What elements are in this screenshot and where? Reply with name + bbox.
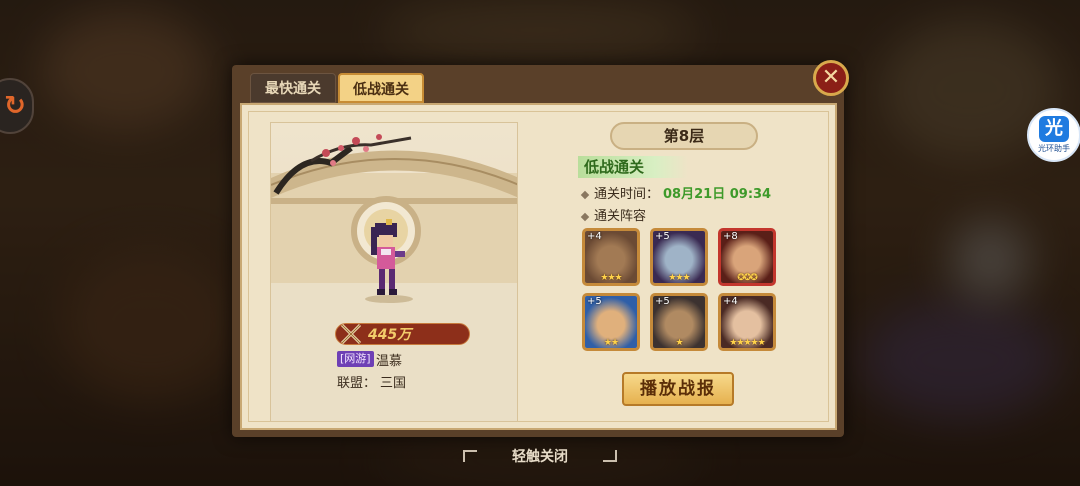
guild-label: 联盟： xyxy=(337,376,377,391)
hero-card[interactable]: +5 ★★ xyxy=(582,293,640,351)
right-corner-deco-icon xyxy=(603,450,617,462)
clear-time-value: 08月21日 09:34 xyxy=(663,187,772,202)
close-button[interactable]: ✕ xyxy=(813,60,849,96)
clear-time-label: 通关时间： xyxy=(594,187,660,202)
floor-title: 第8层 xyxy=(610,122,758,150)
hero-stars: ★★★ xyxy=(668,273,690,283)
clear-time-row: 通关时间： 08月21日 09:34 xyxy=(580,183,772,202)
player-name: 温慕 xyxy=(376,354,403,369)
hero-stars: ★★★★★ xyxy=(729,338,765,348)
hero-level: +5 xyxy=(587,296,602,307)
hero-level: +5 xyxy=(655,231,670,242)
assistant-label: 光环助手 xyxy=(1038,144,1070,153)
hero-card[interactable]: +5 ★ xyxy=(650,293,708,351)
hero-card[interactable]: +4 ★★★★★ xyxy=(718,293,776,351)
crossed-swords-icon xyxy=(340,323,362,345)
swap-icon: ↻ xyxy=(4,91,26,121)
hero-level: +4 xyxy=(723,296,738,307)
hero-card[interactable]: +8 ✪✪✪ xyxy=(718,228,776,286)
hero-stars: ★ xyxy=(675,338,683,348)
section-title: 低战通关 xyxy=(584,158,645,176)
lineup-label: 通关阵容 xyxy=(594,209,647,224)
tab-low-power-clear[interactable]: 低战通关 xyxy=(338,73,424,103)
hero-stars: ✪✪✪ xyxy=(737,273,758,283)
close-icon: ✕ xyxy=(821,65,841,90)
section-title-banner: 低战通关 xyxy=(578,156,688,178)
lineup-row: 通关阵容 xyxy=(580,205,647,224)
play-replay-button[interactable]: 播放战报 xyxy=(622,372,734,406)
hero-card[interactable]: +4 ★★★ xyxy=(582,228,640,286)
vip-badge: [网游] xyxy=(337,351,374,367)
assistant-badge[interactable]: 光 光环助手 xyxy=(1027,108,1080,162)
hero-stars: ★★ xyxy=(603,338,619,348)
diamond-bullet-icon xyxy=(580,190,590,199)
hero-stars: ★★★ xyxy=(600,273,622,283)
hero-level: +8 xyxy=(723,231,738,242)
guild-value: 三国 xyxy=(380,376,407,391)
hero-level: +4 xyxy=(587,231,602,242)
hero-card[interactable]: +5 ★★★ xyxy=(650,228,708,286)
assistant-logo-icon: 光 xyxy=(1039,116,1069,142)
diamond-bullet-icon xyxy=(580,212,590,221)
guild-info: 联盟： 三国 xyxy=(337,372,406,391)
hero-level: +5 xyxy=(655,296,670,307)
tab-fastest-clear[interactable]: 最快通关 xyxy=(250,73,336,103)
player-power: 445万 xyxy=(368,327,412,343)
tap-to-close-label[interactable]: 轻触关闭 xyxy=(0,446,1080,466)
